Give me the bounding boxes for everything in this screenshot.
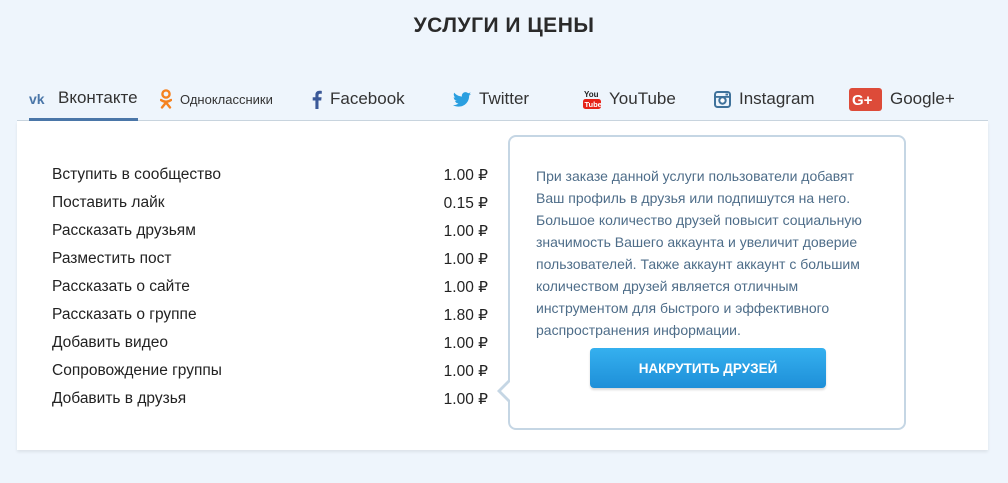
service-price: 1.00 ₽	[443, 334, 488, 352]
twitter-icon	[453, 91, 471, 107]
service-name: Разместить пост	[52, 250, 172, 267]
order-friends-button[interactable]: НАКРУТИТЬ ДРУЗЕЙ	[590, 348, 826, 388]
instagram-icon	[714, 90, 731, 108]
tab-twitter[interactable]: Twitter	[453, 78, 529, 120]
service-row[interactable]: Рассказать о группе 1.80 ₽	[52, 301, 488, 329]
odnoklassniki-icon	[160, 89, 172, 109]
service-row[interactable]: Добавить видео 1.00 ₽	[52, 329, 488, 357]
service-price: 1.00 ₽	[443, 166, 488, 184]
youtube-icon: You Tube	[583, 89, 601, 110]
service-name: Рассказать друзьям	[52, 222, 196, 239]
service-price: 1.00 ₽	[443, 390, 488, 408]
svg-text:G+: G+	[852, 92, 873, 109]
service-price: 1.00 ₽	[443, 362, 488, 380]
tab-instagram[interactable]: Instagram	[714, 78, 815, 120]
svg-text:Tube: Tube	[585, 100, 602, 109]
tab-youtube[interactable]: You Tube YouTube	[583, 78, 676, 120]
vk-icon: vk	[29, 92, 50, 105]
service-name: Рассказать о группе	[52, 306, 197, 323]
service-name: Поставить лайк	[52, 194, 165, 211]
tab-facebook[interactable]: Facebook	[312, 78, 405, 120]
tab-odnoklassniki[interactable]: Одноклассники	[160, 78, 273, 120]
social-tabs: vk Вконтакте Одноклассники Facebook Twit…	[17, 78, 988, 128]
service-name: Рассказать о сайте	[52, 278, 190, 295]
page-title: УСЛУГИ И ЦЕНЫ	[413, 14, 595, 37]
service-row[interactable]: Рассказать о сайте 1.00 ₽	[52, 273, 488, 301]
tab-vkontakte[interactable]: vk Вконтакте	[29, 78, 138, 128]
service-name: Сопровождение группы	[52, 362, 222, 379]
service-price: 1.00 ₽	[443, 250, 488, 268]
service-row[interactable]: Разместить пост 1.00 ₽	[52, 245, 488, 273]
service-row[interactable]: Рассказать друзьям 1.00 ₽	[52, 217, 488, 245]
service-row[interactable]: Вступить в сообщество 1.00 ₽	[52, 161, 488, 189]
service-price: 0.15 ₽	[443, 194, 488, 212]
facebook-icon	[312, 90, 322, 109]
tab-google-plus[interactable]: G+ Google+	[849, 78, 955, 120]
services-panel: Вступить в сообщество 1.00 ₽ Поставить л…	[17, 121, 988, 450]
service-price: 1.00 ₽	[443, 222, 488, 240]
service-description: При заказе данной услуги пользователи до…	[536, 168, 862, 338]
service-description-box: При заказе данной услуги пользователи до…	[497, 135, 906, 430]
svg-text:You: You	[584, 90, 599, 99]
service-row[interactable]: Сопровождение группы 1.00 ₽	[52, 357, 488, 385]
svg-text:vk: vk	[29, 92, 45, 105]
service-row[interactable]: Поставить лайк 0.15 ₽	[52, 189, 488, 217]
service-name: Добавить видео	[52, 334, 168, 351]
service-price: 1.80 ₽	[443, 306, 488, 324]
service-price: 1.00 ₽	[443, 278, 488, 296]
google-plus-icon: G+	[849, 87, 882, 111]
service-name: Добавить в друзья	[52, 390, 187, 407]
service-name: Вступить в сообщество	[52, 166, 221, 183]
service-row[interactable]: Добавить в друзья 1.00 ₽	[52, 385, 488, 413]
service-list: Вступить в сообщество 1.00 ₽ Поставить л…	[52, 161, 488, 413]
